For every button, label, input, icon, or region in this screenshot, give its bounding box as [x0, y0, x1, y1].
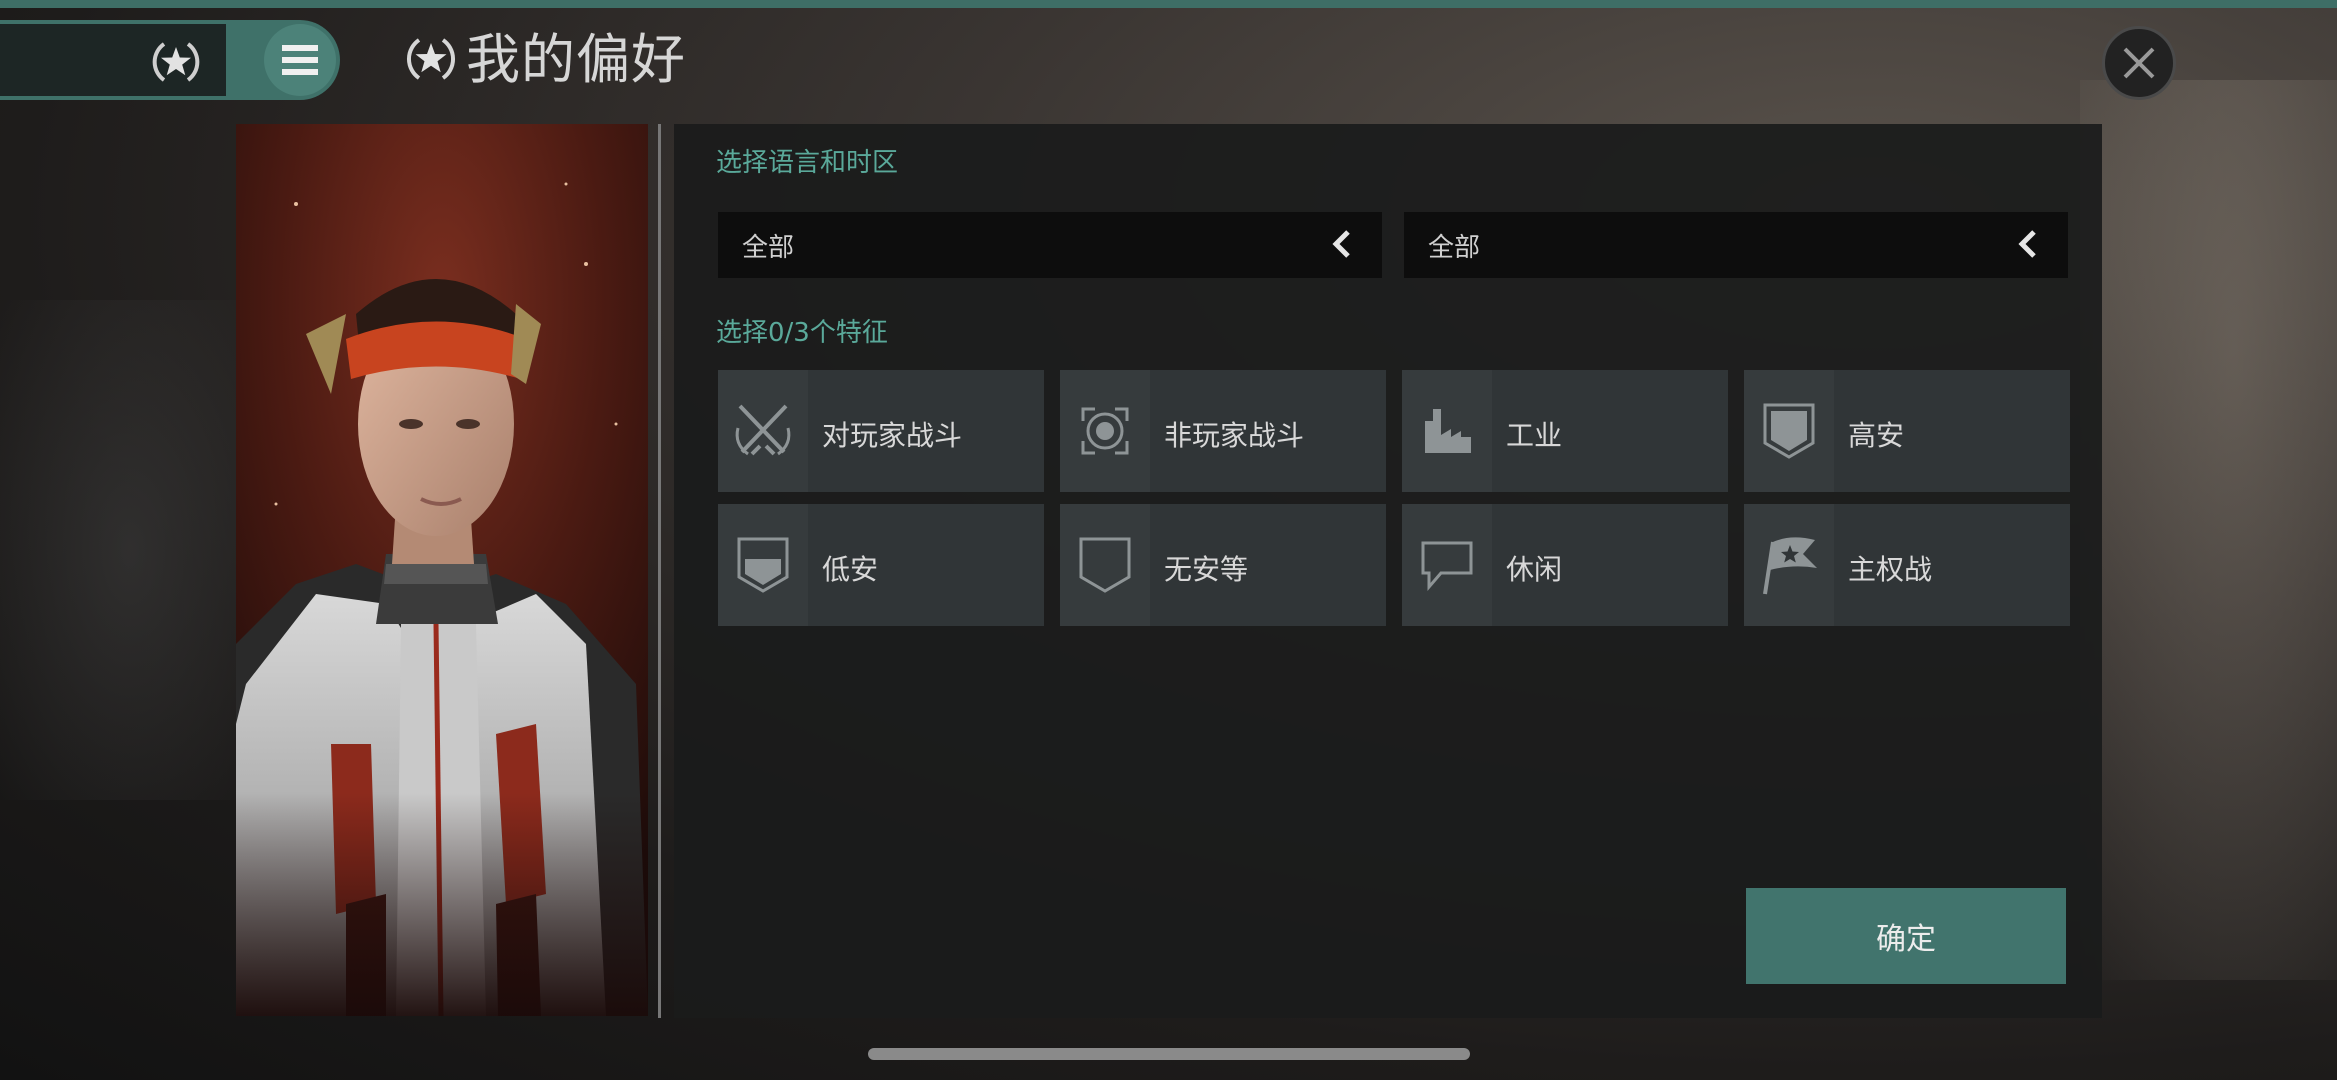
trait-label: 高安	[1848, 419, 1905, 452]
star-flag-icon	[1744, 504, 1834, 626]
trait-industry[interactable]: 工业	[1402, 370, 1728, 492]
trait-label: 非玩家战斗	[1164, 419, 1305, 452]
background-shape	[0, 300, 260, 800]
trait-label: 主权战	[1848, 553, 1933, 586]
factory-icon	[1402, 370, 1492, 492]
close-x-icon	[2123, 47, 2155, 79]
crossed-swords-icon	[718, 370, 808, 492]
trait-null-sec[interactable]: 无安等	[1060, 504, 1386, 626]
top-accent-strip	[0, 0, 2337, 8]
menu-button[interactable]	[264, 24, 336, 96]
chevron-left-icon	[1332, 230, 1350, 258]
chevron-left-icon	[2018, 230, 2036, 258]
star-circle-icon	[152, 42, 200, 82]
shield-empty-icon	[1060, 504, 1150, 626]
language-dropdown-value: 全部	[742, 233, 795, 263]
shield-full-icon	[1744, 370, 1834, 492]
home-indicator[interactable]	[868, 1048, 1470, 1060]
traits-section-label: 选择0/3个特征	[716, 318, 888, 348]
timezone-dropdown-value: 全部	[1428, 233, 1481, 263]
trait-high-sec[interactable]: 高安	[1744, 370, 2070, 492]
language-section-label: 选择语言和时区	[716, 148, 899, 178]
trait-label: 无安等	[1164, 553, 1249, 586]
trait-pvp-combat[interactable]: 对玩家战斗	[718, 370, 1044, 492]
star-circle-icon	[406, 38, 456, 80]
trait-label: 休闲	[1506, 553, 1563, 586]
trait-label: 低安	[822, 553, 879, 586]
shield-half-icon	[718, 504, 808, 626]
target-reticle-icon	[1060, 370, 1150, 492]
confirm-button[interactable]: 确定	[1746, 888, 2066, 984]
background-shape	[2080, 80, 2337, 980]
chat-bubble-icon	[1402, 504, 1492, 626]
close-button[interactable]	[2102, 26, 2176, 100]
timezone-dropdown[interactable]: 全部	[1404, 212, 2068, 278]
preferences-panel: 选择语言和时区 全部 全部 选择0/3个特征 对玩家战斗 非玩家战斗 工业 高安…	[674, 124, 2102, 1018]
hamburger-menu-icon	[282, 45, 318, 75]
page-title: 我的偏好	[466, 28, 686, 91]
character-portrait-art	[236, 124, 648, 1016]
portrait-divider	[658, 124, 661, 1018]
trait-label: 工业	[1506, 419, 1563, 452]
trait-low-sec[interactable]: 低安	[718, 504, 1044, 626]
trait-casual[interactable]: 休闲	[1402, 504, 1728, 626]
language-dropdown[interactable]: 全部	[718, 212, 1382, 278]
trait-label: 对玩家战斗	[822, 419, 963, 452]
trait-pve-combat[interactable]: 非玩家战斗	[1060, 370, 1386, 492]
character-portrait	[236, 124, 648, 1016]
trait-sovereignty[interactable]: 主权战	[1744, 504, 2070, 626]
